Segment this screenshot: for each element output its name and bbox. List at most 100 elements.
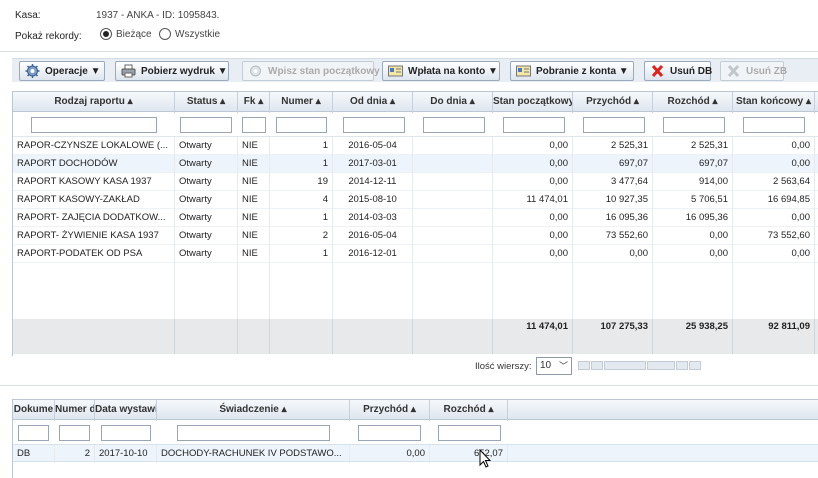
- filter-przychod[interactable]: [583, 117, 645, 133]
- delete-db-label: Usuń DB: [670, 65, 713, 77]
- income-cell: 2 525,31: [573, 137, 653, 155]
- operations-label: Operacje ▼: [45, 65, 101, 77]
- filter-numer-dok[interactable]: [59, 425, 90, 441]
- column-header-stan-koncowy[interactable]: Stan końcowy ▴: [733, 92, 815, 113]
- radio-all-indicator[interactable]: [159, 28, 171, 40]
- filter-stan-koncowy[interactable]: [743, 117, 805, 133]
- initial-state-cell: 0,00: [493, 155, 573, 173]
- column-header-dokument[interactable]: Dokume: [13, 400, 55, 421]
- column-header-status[interactable]: Status ▴: [175, 92, 238, 113]
- deposit-button[interactable]: Wpłata na konto ▼: [382, 61, 500, 81]
- doc-expense-cell: 652,07: [430, 445, 508, 463]
- delete-db-button[interactable]: Usuń DB: [644, 61, 713, 81]
- first-page-button[interactable]: [578, 361, 590, 370]
- status-cell: Otwarty: [175, 137, 238, 155]
- column-header-numer-dok[interactable]: Numer d: [55, 400, 95, 421]
- column-header-stan-poczatkowy[interactable]: Stan początkowy: [493, 92, 573, 113]
- filter-dokument[interactable]: [18, 425, 49, 441]
- doc-date-cell: 2017-10-10: [95, 445, 157, 463]
- final-state-cell: 2 563,64: [733, 173, 815, 191]
- delete-zb-button[interactable]: Usuń ZB: [720, 61, 787, 81]
- filter-doc-przychod[interactable]: [358, 425, 421, 441]
- fk-cell: NIE: [238, 191, 270, 209]
- column-header-rodzaj[interactable]: Rodzaj raportu ▴: [13, 92, 175, 113]
- kasa-label: Kasa:: [15, 10, 41, 21]
- filter-rodzaj[interactable]: [31, 117, 157, 133]
- report-type-cell: RAPORT DOCHODÓW: [13, 155, 175, 173]
- prev-page-button[interactable]: [591, 361, 603, 370]
- total-stan-poczatkowy: 11 474,01: [493, 319, 573, 354]
- column-header-doc-przychod[interactable]: Przychód ▴: [350, 400, 430, 421]
- summary-empty: [175, 319, 238, 354]
- table-row[interactable]: RAPORT- ŻYWIENIE KASA 1937 Otwarty NIE 2 201…: [13, 227, 818, 245]
- summary-empty: [238, 319, 270, 354]
- column-header-fk[interactable]: Fk ▴: [238, 92, 270, 113]
- expense-cell: 2 525,31: [653, 137, 733, 155]
- status-cell: Otwarty: [175, 155, 238, 173]
- fk-cell: NIE: [238, 245, 270, 263]
- radio-all[interactable]: Wszystkie: [159, 28, 220, 40]
- income-cell: 0,00: [573, 245, 653, 263]
- gear-icon: [25, 64, 40, 78]
- expense-cell: 697,07: [653, 155, 733, 173]
- date-from-cell: 2014-03-03: [333, 209, 413, 227]
- doc-income-cell: 0,00: [350, 445, 430, 463]
- column-header-do-dnia[interactable]: Do dnia ▴: [413, 92, 493, 113]
- table-row[interactable]: RAPORT-PODATEK OD PSA Otwarty NIE 1 2016-12-…: [13, 245, 818, 263]
- column-header-rozchod[interactable]: Rozchód ▴: [653, 92, 733, 113]
- radio-current-indicator[interactable]: [100, 28, 112, 40]
- number-cell: 1: [270, 155, 333, 173]
- date-to-cell: [413, 173, 493, 191]
- print-button[interactable]: Pobierz wydruk ▼: [115, 61, 229, 81]
- table-row[interactable]: DB 2 2017-10-10 DOCHODY-RACHUNEK IV PODS…: [13, 444, 818, 463]
- table-row[interactable]: RAPORT DOCHODÓW Otwarty NIE 1 2017-03-01 0,00…: [13, 155, 818, 173]
- table-row[interactable]: RAPOR-CZYNSZE LOKALOWE (... Otwarty NIE 1 20…: [13, 137, 818, 155]
- income-cell: 10 927,35: [573, 191, 653, 209]
- page-input[interactable]: [647, 361, 675, 370]
- initial-state-cell: 0,00: [493, 173, 573, 191]
- reports-grid: Rodzaj raportu ▴ Status ▴ Fk ▴ Numer ▴ O…: [12, 91, 818, 356]
- expense-cell: 16 095,36: [653, 209, 733, 227]
- withdraw-button[interactable]: Pobranie z konta ▼: [510, 61, 634, 81]
- section-divider: [0, 385, 818, 386]
- table-row[interactable]: RAPORT KASOWY KASA 1937 Otwarty NIE 19 2014-…: [13, 173, 818, 191]
- filter-rozchod[interactable]: [663, 117, 725, 133]
- filter-stan-poczatkowy[interactable]: [503, 117, 565, 133]
- withdraw-label: Pobranie z konta ▼: [536, 65, 629, 77]
- rows-per-page-label: Ilość wierszy:: [475, 361, 532, 372]
- next-page-button[interactable]: [676, 361, 688, 370]
- date-to-cell: [413, 209, 493, 227]
- filter-status[interactable]: [180, 117, 232, 133]
- column-header-przychod[interactable]: Przychód ▴: [573, 92, 653, 113]
- final-state-cell: 0,00: [733, 209, 815, 227]
- filter-swiadczenie[interactable]: [177, 425, 330, 441]
- income-cell: 3 477,64: [573, 173, 653, 191]
- table-row[interactable]: RAPORT- ZAJĘCIA DODATKOW... Otwarty NIE 1 20…: [13, 209, 818, 227]
- column-header-od-dnia[interactable]: Od dnia ▴: [333, 92, 413, 113]
- column-header-swiadczenie[interactable]: Świadczenie ▴: [157, 400, 350, 421]
- column-header-data[interactable]: Data wystawie: [95, 400, 157, 421]
- operations-button[interactable]: Operacje ▼: [19, 61, 105, 81]
- final-state-cell: 0,00: [733, 245, 815, 263]
- filter-doc-rozchod[interactable]: [438, 425, 501, 441]
- last-page-button[interactable]: [689, 361, 701, 370]
- expense-cell: 0,00: [653, 245, 733, 263]
- table-row[interactable]: RAPORT KASOWY-ZAKŁAD Otwarty NIE 4 2015-08-1…: [13, 191, 818, 209]
- filter-od-dnia[interactable]: [343, 117, 405, 133]
- date-to-cell: [413, 137, 493, 155]
- filter-numer[interactable]: [276, 117, 327, 133]
- filter-fk[interactable]: [242, 117, 266, 133]
- status-cell: Otwarty: [175, 227, 238, 245]
- column-header-numer[interactable]: Numer ▴: [270, 92, 333, 113]
- filter-do-dnia[interactable]: [423, 117, 485, 133]
- report-type-cell: RAPORT- ZAJĘCIA DODATKOW...: [13, 209, 175, 227]
- rows-per-page-select[interactable]: 10 ﹀: [536, 357, 572, 375]
- number-cell: 2: [270, 227, 333, 245]
- initial-state-button[interactable]: Wpisz stan początkowy: [242, 61, 380, 81]
- top-divider: [0, 51, 818, 52]
- date-from-cell: 2016-12-01: [333, 245, 413, 263]
- column-header-doc-rozchod[interactable]: Rozchód ▴: [430, 400, 508, 421]
- radio-current[interactable]: Bieżące: [100, 28, 152, 40]
- date-from-cell: 2014-12-11: [333, 173, 413, 191]
- filter-data[interactable]: [101, 425, 151, 441]
